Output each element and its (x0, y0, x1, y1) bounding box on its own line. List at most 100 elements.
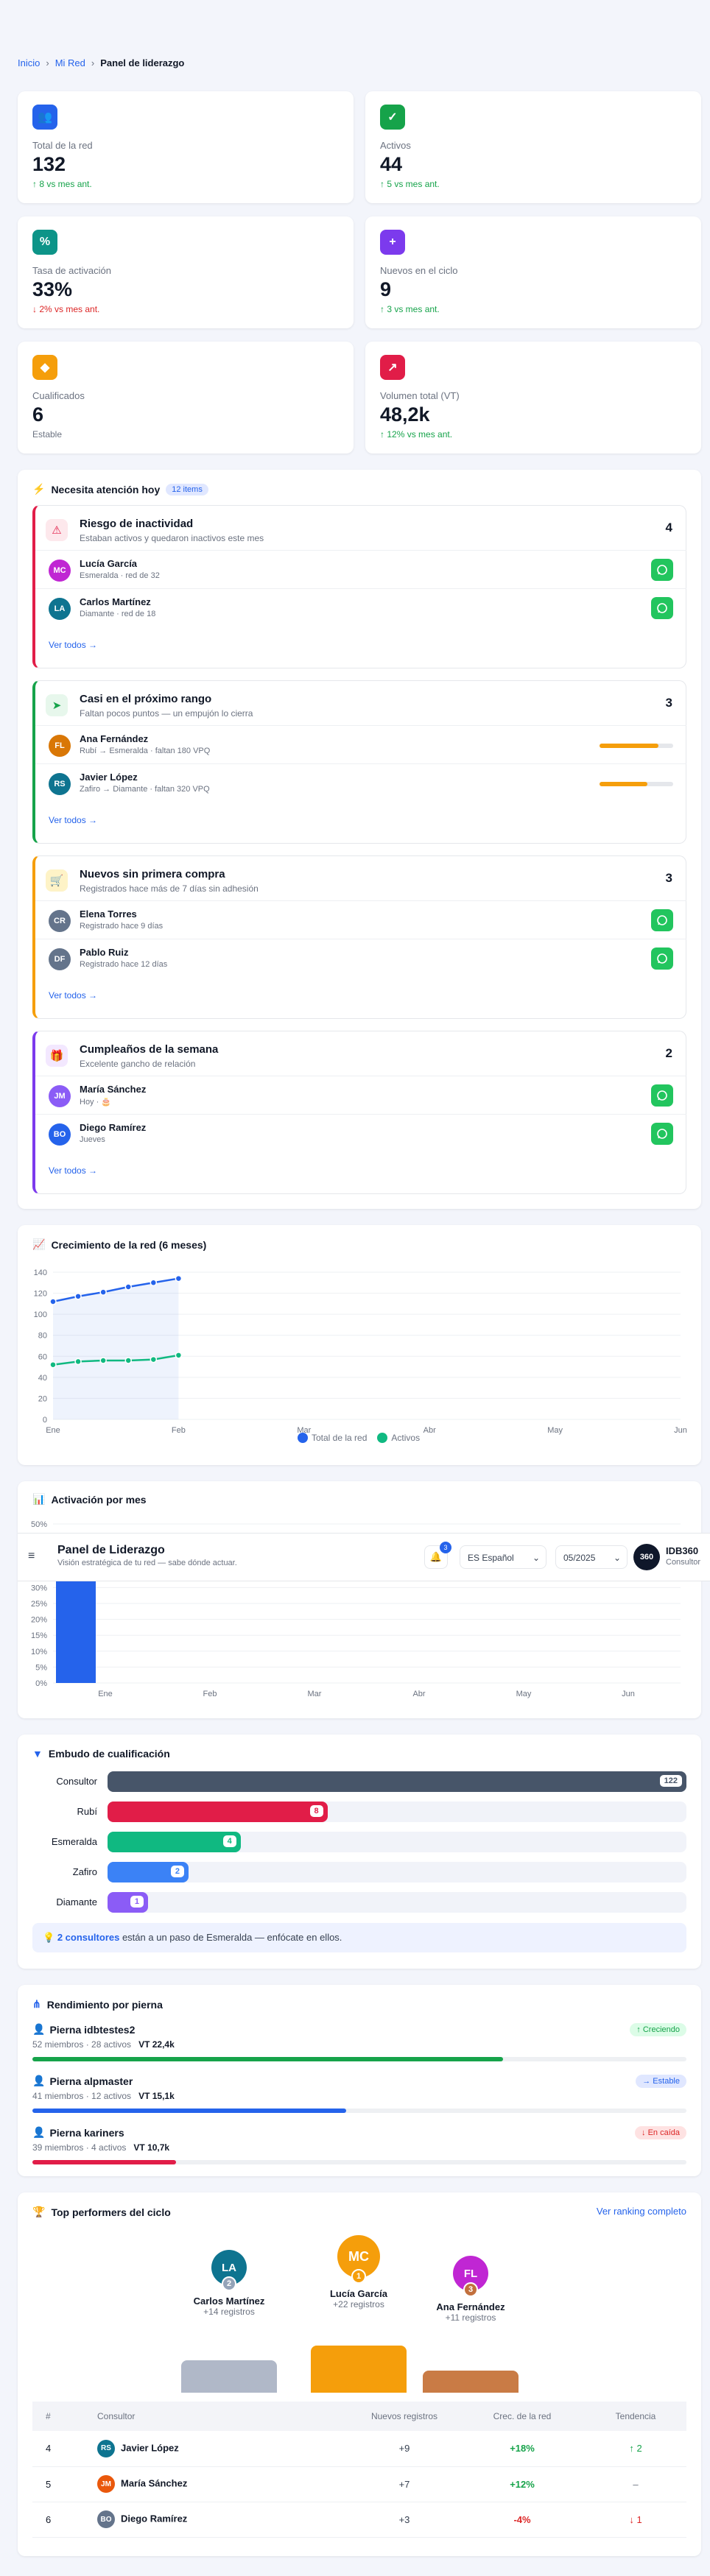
see-all-link[interactable]: Ver todos → (49, 990, 97, 1001)
whatsapp-button[interactable] (651, 948, 673, 970)
ranking-row[interactable]: 4 RS Javier López +9 +18% ↑ 2 (32, 2431, 686, 2467)
attention-row[interactable]: FL Ana Fernández Rubí → Esmeralda · faltan… (35, 725, 686, 763)
kpi-card: 👥 Total de la red 132 ↑ 8 vs mes ant. (18, 91, 354, 203)
funnel-bar: 1 (108, 1892, 149, 1913)
group-title: Riesgo de inactividad (80, 518, 194, 530)
kpi-delta-text: 2% vs mes ant. (39, 304, 100, 314)
whatsapp-button[interactable] (651, 597, 673, 619)
trend-value: ↓ 1 (585, 2502, 686, 2538)
leg-row[interactable]: 👤 Pierna idbtestes2 52 miembros · 28 activ… (32, 2023, 686, 2072)
menu-icon[interactable]: ≡ (28, 1550, 35, 1563)
leg-row[interactable]: 👤 Pierna alpmaster 41 miembros · 12 activo… (32, 2075, 686, 2123)
x-tick-label: Abr (423, 1426, 436, 1435)
y-tick-label: 120 (34, 1290, 47, 1299)
leg-status-badge: → Estable (636, 2075, 686, 2088)
leg-row[interactable]: 👤 Pierna kariners 39 miembros · 4 activos … (32, 2126, 686, 2175)
network-growth: +18% (460, 2431, 585, 2467)
period-select[interactable]: 05/2025 ⌄ (555, 1545, 628, 1569)
network-growth: +12% (460, 2466, 585, 2502)
legend-item-total[interactable]: Total de la red (298, 1433, 367, 1443)
whatsapp-icon (657, 1129, 667, 1139)
attention-row[interactable]: LA Carlos Martínez Diamante · red de 18 (35, 588, 686, 627)
funnel-row: Consultor 122 (32, 1771, 686, 1792)
ranking-row[interactable]: 5 JM María Sánchez +7 +12% – (32, 2466, 686, 2502)
group-count: 2 (665, 1046, 672, 1060)
leg-name: 👤 Pierna kariners (32, 2126, 124, 2139)
y-tick-label: 20 (38, 1394, 47, 1403)
data-point (150, 1279, 158, 1287)
user-avatar[interactable]: 360 (633, 1544, 660, 1570)
whatsapp-button[interactable] (651, 1084, 673, 1107)
language-value: ES Español (468, 1553, 514, 1563)
group-title: Casi en el próximo rango (80, 693, 212, 705)
kpi-delta-text: 5 vs mes ant. (387, 179, 440, 189)
leg-bar-fill (32, 2057, 504, 2061)
x-tick-label: Feb (203, 1690, 217, 1698)
chevron-right-icon: › (46, 57, 49, 68)
see-all-link[interactable]: Ver todos → (49, 1165, 97, 1176)
consultant-name: Diego Ramírez (121, 2513, 188, 2524)
y-tick-label: 15% (31, 1631, 47, 1640)
whatsapp-button[interactable] (651, 559, 673, 581)
ranking-row[interactable]: 6 BO Diego Ramírez +3 -4% ↓ 1 (32, 2502, 686, 2538)
breadcrumb-network-link[interactable]: Mi Red (55, 57, 85, 68)
podium-block (423, 2371, 519, 2393)
leg-active: 28 activos (91, 2039, 132, 2050)
contact-name: Carlos Martínez (80, 596, 151, 607)
funnel-label: Consultor (56, 1776, 97, 1787)
kpi-value: 33% (32, 278, 73, 300)
x-tick-label: Ene (98, 1690, 113, 1698)
leg-title: Pierna alpmaster (49, 2075, 133, 2087)
y-tick-label: 140 (34, 1268, 47, 1277)
leg-members: 39 miembros (32, 2142, 84, 2153)
col-consultant: Consultor (84, 2402, 349, 2431)
kpi-card: ↗ Volumen total (VT) 48,2k ↑ 12% vs mes ant… (365, 342, 701, 454)
whatsapp-button[interactable] (651, 1123, 673, 1145)
data-point (49, 1298, 57, 1305)
arrow-up-icon: ↑ (380, 304, 387, 314)
attention-row[interactable]: JM María Sánchez Hoy · 🎂 (35, 1076, 686, 1114)
attention-row[interactable]: BO Diego Ramírez Jueves (35, 1114, 686, 1152)
consultant-name: María Sánchez (121, 2477, 188, 2489)
kpi-label: Nuevos en el ciclo (380, 265, 458, 276)
rank-medal: 2 (222, 2276, 236, 2291)
funnel-track: 2 (108, 1862, 686, 1882)
growth-card: 📈 Crecimiento de la red (6 meses) 0 20 40 6… (18, 1225, 701, 1465)
user-plus-icon: + (380, 230, 405, 255)
attention-row[interactable]: MC Lucía García Esmeralda · red de 32 (35, 550, 686, 588)
funnel-row: Rubí 8 (32, 1802, 686, 1822)
attention-group: ➤ Casi en el próximo rango Faltan pocos pu… (32, 680, 686, 844)
podium-name: Ana Fernández (436, 2301, 505, 2312)
rank-position: 5 (32, 2466, 84, 2502)
podium-name: Lucía García (329, 2288, 388, 2299)
contact-detail: Rubí → Esmeralda · faltan 180 VPQ (80, 747, 211, 755)
contact-detail: Hoy · 🎂 (80, 1098, 112, 1107)
hierarchy-icon: ⋔ (32, 1998, 41, 2010)
see-all-link[interactable]: Ver todos → (49, 815, 97, 825)
attention-row[interactable]: DF Pablo Ruiz Registrado hace 12 días (35, 939, 686, 977)
activation-title: Activación por mes (51, 1493, 147, 1506)
attention-row[interactable]: RS Javier López Zafiro → Diamante · faltan… (35, 763, 686, 802)
funnel-bar: 8 (108, 1802, 328, 1822)
podium-item[interactable]: FL 3 Ana Fernández +11 registros (423, 2256, 519, 2323)
kpi-delta: ↑ 5 vs mes ant. (380, 179, 440, 189)
contact-name: Lucía García (80, 558, 138, 569)
legend-item-active[interactable]: Activos (377, 1433, 420, 1443)
contact-name: Diego Ramírez (80, 1122, 147, 1133)
arrow-down-icon: ↓ (32, 304, 40, 314)
see-all-link[interactable]: Ver todos → (49, 640, 97, 650)
breadcrumb-home-link[interactable]: Inicio (18, 57, 40, 68)
whatsapp-button[interactable] (651, 909, 673, 931)
podium-item[interactable]: MC 1 Lucía García +22 registros (311, 2235, 407, 2309)
ranking-link[interactable]: Ver ranking completo (597, 2206, 686, 2217)
language-select[interactable]: ES Español ⌄ (460, 1545, 546, 1569)
activation-card: 📊 Activación por mes 0% 5% 10% 15% 20% 25% 30%… (18, 1481, 701, 1718)
podium-item[interactable]: LA 2 Carlos Martínez +14 registros (181, 2250, 277, 2317)
legend-swatch-active (377, 1433, 388, 1443)
avatar: LA (49, 598, 71, 620)
attention-row[interactable]: CR Elena Torres Registrado hace 9 días (35, 900, 686, 939)
kpi-label: Total de la red (32, 140, 93, 151)
legs-title: Rendimiento por pierna (46, 1998, 163, 2011)
kpi-delta-text: Estable (32, 429, 63, 440)
notification-button[interactable]: 🔔 3 (424, 1542, 451, 1569)
